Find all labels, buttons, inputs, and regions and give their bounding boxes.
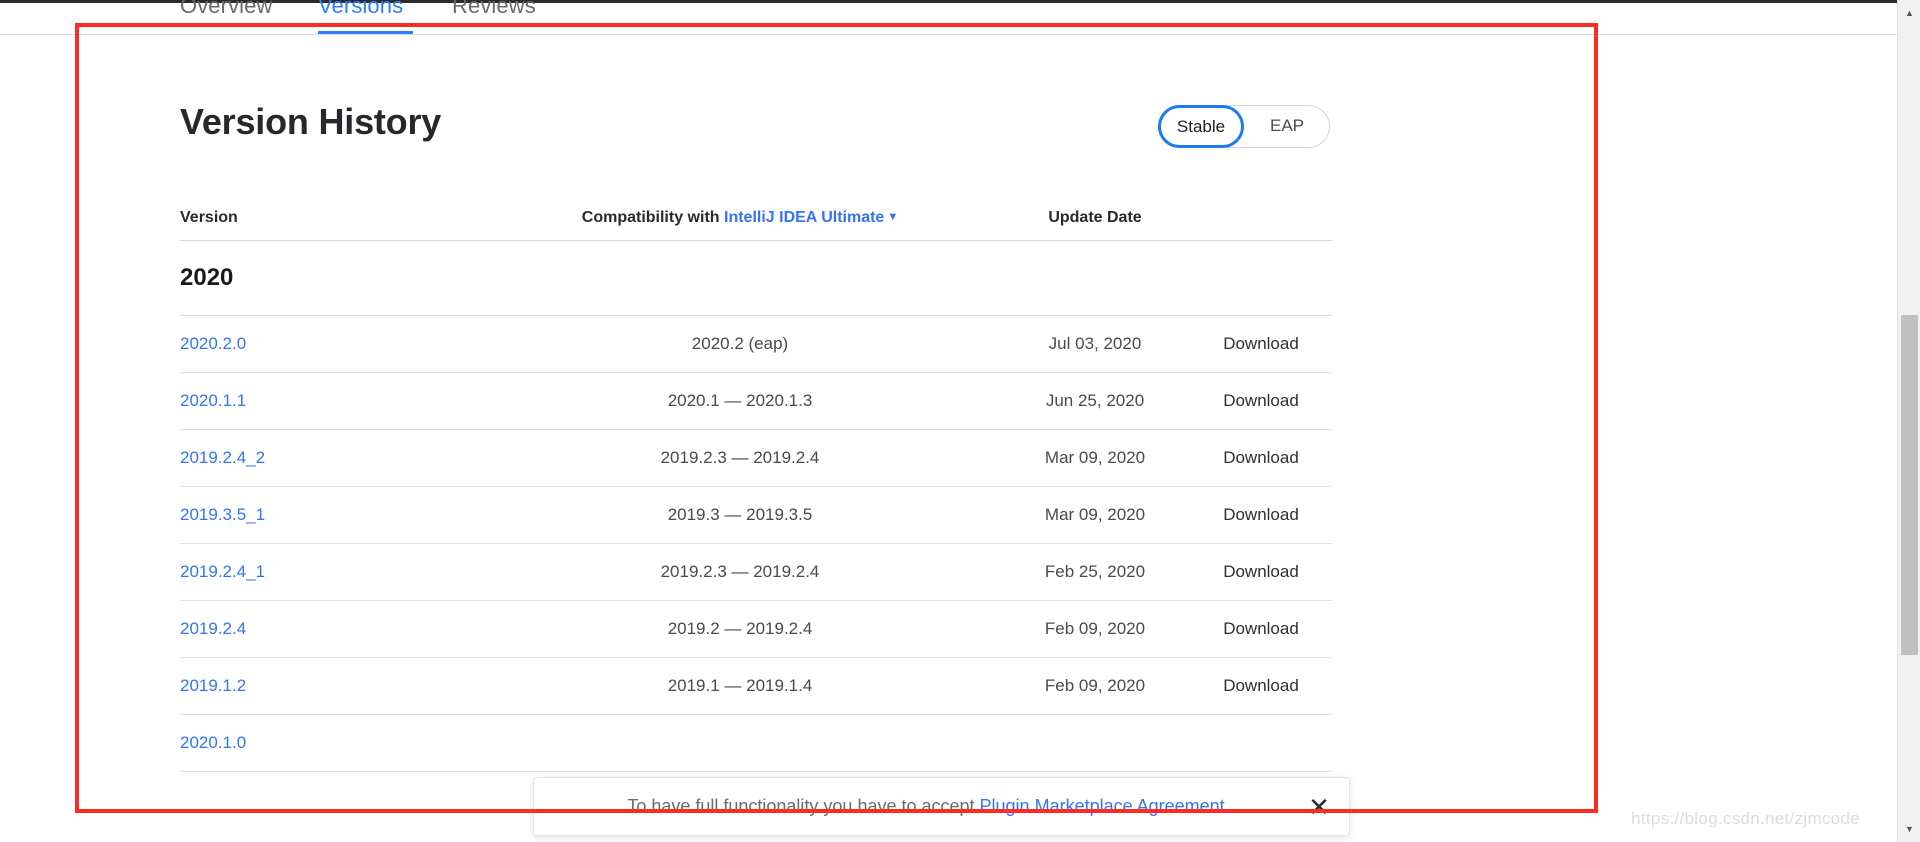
table-row: 2019.2.4 2019.2 — 2019.2.4Feb 09, 2020Dow…	[180, 601, 1332, 658]
version-cell: 2019.1.2	[180, 676, 480, 696]
version-cell: 2019.2.4	[180, 619, 480, 639]
compatibility-product-link[interactable]: IntelliJ IDEA Ultimate	[724, 209, 884, 226]
compatibility-cell: 2020.1 — 2020.1.3	[480, 391, 1000, 411]
tab-versions[interactable]: Versions	[318, 0, 403, 21]
table-body: 2020.2.02020.2 (eap)Jul 03, 2020Download…	[180, 316, 1332, 772]
column-header-update-date: Update Date	[1000, 209, 1190, 227]
download-link[interactable]: Download	[1190, 676, 1332, 696]
chevron-down-icon[interactable]: ▼	[887, 211, 898, 223]
update-date-cell: Jun 25, 2020	[1000, 391, 1190, 411]
year-group-heading: 2020	[180, 241, 1332, 316]
compatibility-cell: 2019.3 — 2019.3.5	[480, 505, 1000, 525]
column-header-compatibility: Compatibility with IntelliJ IDEA Ultimat…	[480, 209, 1000, 227]
page-title: Version History	[180, 101, 441, 143]
vertical-scrollbar[interactable]: ▲ ▼	[1897, 0, 1920, 842]
page-root: Overview Versions Reviews Version Histor…	[0, 0, 1920, 842]
version-cell: 2020.1.0	[180, 733, 480, 753]
update-date-cell: Feb 09, 2020	[1000, 619, 1190, 639]
table-row: 2019.2.4_2 2019.2.3 — 2019.2.4Mar 09, 202…	[180, 430, 1332, 487]
download-link[interactable]: Download	[1190, 505, 1332, 525]
table-row: 2020.2.0 2020.2 (eap)Jul 03, 2020Download	[180, 316, 1332, 373]
update-date-cell: Feb 25, 2020	[1000, 562, 1190, 582]
table-row: 2019.2.4_1 2019.2.3 — 2019.2.4Feb 25, 202…	[180, 544, 1332, 601]
version-cell: 2019.3.5_1	[180, 505, 480, 525]
watermark-text: https://blog.csdn.net/zjmcode	[1631, 809, 1860, 829]
update-date-cell: Mar 09, 2020	[1000, 505, 1190, 525]
update-date-cell: Jul 03, 2020	[1000, 334, 1190, 354]
agreement-notice-text: To have full functionality you have to a…	[534, 796, 1289, 817]
toggle-stable[interactable]: Stable	[1158, 105, 1244, 148]
version-cell: 2019.2.4_2	[180, 448, 480, 468]
version-history-table: Version Compatibility with IntelliJ IDEA…	[180, 195, 1332, 772]
table-row: 2019.1.2 2019.1 — 2019.1.4Feb 09, 2020Dow…	[180, 658, 1332, 715]
table-row: 2020.1.1 2020.1 — 2020.1.3Jun 25, 2020Dow…	[180, 373, 1332, 430]
table-header-row: Version Compatibility with IntelliJ IDEA…	[180, 195, 1332, 241]
channel-toggle[interactable]: Stable EAP	[1158, 105, 1330, 148]
versions-panel: Version History Stable EAP Version Compa…	[0, 35, 1897, 842]
update-date-cell: Feb 09, 2020	[1000, 676, 1190, 696]
column-header-version: Version	[180, 209, 480, 227]
download-link[interactable]: Download	[1190, 391, 1332, 411]
agreement-notice: To have full functionality you have to a…	[533, 777, 1350, 836]
compatibility-cell: 2019.2.3 — 2019.2.4	[480, 562, 1000, 582]
download-link[interactable]: Download	[1190, 448, 1332, 468]
version-cell: 2019.2.4_1	[180, 562, 480, 582]
version-link[interactable]: 2019.1.2	[180, 676, 246, 695]
update-date-cell: Mar 09, 2020	[1000, 448, 1190, 468]
version-link[interactable]: 2019.3.5_1	[180, 505, 265, 524]
version-link[interactable]: 2020.1.0	[180, 733, 246, 752]
compatibility-cell: 2019.2.3 — 2019.2.4	[480, 448, 1000, 468]
table-row: 2020.1.0	[180, 715, 1332, 772]
version-link[interactable]: 2019.2.4_1	[180, 562, 265, 581]
scroll-up-arrow-icon[interactable]: ▲	[1898, 2, 1920, 24]
download-link[interactable]: Download	[1190, 334, 1332, 354]
version-link[interactable]: 2019.2.4_2	[180, 448, 265, 467]
download-link[interactable]: Download	[1190, 619, 1332, 639]
version-link[interactable]: 2019.2.4	[180, 619, 246, 638]
scrollbar-thumb[interactable]	[1901, 315, 1918, 655]
toggle-eap[interactable]: EAP	[1244, 105, 1330, 148]
version-cell: 2020.2.0	[180, 334, 480, 354]
download-link[interactable]: Download	[1190, 562, 1332, 582]
compatibility-cell: 2020.2 (eap)	[480, 334, 1000, 354]
scroll-down-arrow-icon[interactable]: ▼	[1898, 818, 1920, 840]
plugin-tabs: Overview Versions Reviews	[0, 3, 1897, 34]
compatibility-cell: 2019.1 — 2019.1.4	[480, 676, 1000, 696]
version-link[interactable]: 2020.2.0	[180, 334, 246, 353]
tab-overview[interactable]: Overview	[180, 0, 273, 21]
tab-reviews[interactable]: Reviews	[452, 0, 536, 21]
compatibility-cell: 2019.2 — 2019.2.4	[480, 619, 1000, 639]
close-icon[interactable]: ✕	[1289, 794, 1349, 820]
table-row: 2019.3.5_1 2019.3 — 2019.3.5Mar 09, 2020D…	[180, 487, 1332, 544]
agreement-notice-prefix: To have full functionality you have to a…	[627, 796, 979, 816]
plugin-marketplace-agreement-link[interactable]: Plugin Marketplace Agreement.	[980, 796, 1230, 816]
version-cell: 2020.1.1	[180, 391, 480, 411]
compatibility-label: Compatibility with	[582, 209, 720, 226]
version-link[interactable]: 2020.1.1	[180, 391, 246, 410]
